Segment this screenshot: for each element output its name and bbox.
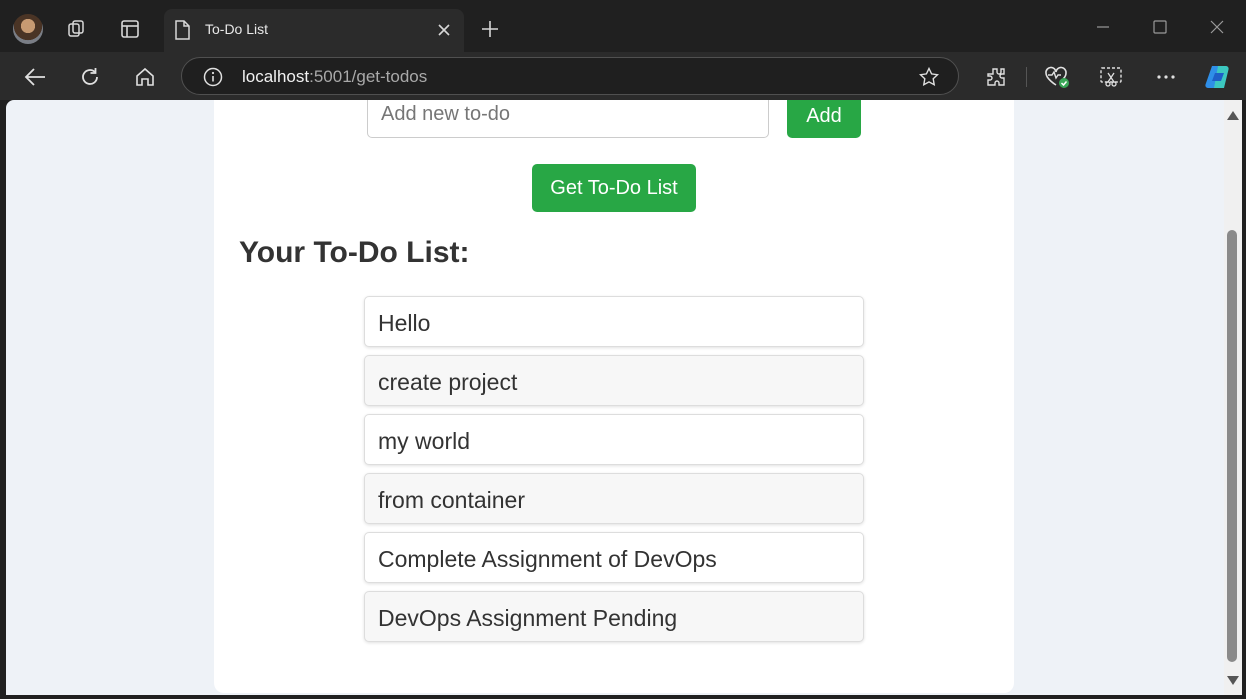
back-icon[interactable] [22,64,48,90]
toolbar-divider [1026,67,1027,87]
todo-list: Hello create project my world from conta… [364,296,864,650]
browser-essentials-icon[interactable] [1043,64,1071,90]
todo-item: Hello [364,296,864,347]
get-todo-list-button[interactable]: Get To-Do List [532,164,696,212]
address-bar[interactable]: localhost:5001/get-todos [181,57,959,95]
todo-item: my world [364,414,864,465]
browser-tab[interactable]: To-Do List [164,9,464,52]
todo-item: Complete Assignment of DevOps [364,532,864,583]
home-icon[interactable] [132,64,158,90]
add-button[interactable]: Add [787,100,861,138]
favorite-icon[interactable] [918,66,940,88]
todo-item: create project [364,355,864,406]
todo-item: DevOps Assignment Pending [364,591,864,642]
extensions-icon[interactable] [983,64,1009,90]
tab-actions-icon[interactable] [118,17,142,41]
url-path: :5001/get-todos [309,67,428,86]
workspaces-icon[interactable] [65,17,89,41]
new-tab-icon[interactable] [479,18,501,40]
scroll-up-arrow[interactable] [1227,111,1239,120]
vertical-scrollbar[interactable] [1224,100,1242,695]
scroll-down-arrow[interactable] [1227,676,1239,685]
todo-item: from container [364,473,864,524]
screenshot-icon[interactable] [1098,64,1124,90]
minimize-icon[interactable] [1092,16,1114,38]
url-text[interactable]: localhost:5001/get-todos [242,67,427,87]
copilot-icon[interactable] [1203,62,1233,92]
url-host: localhost [242,67,310,86]
refresh-icon[interactable] [77,64,103,90]
new-todo-input[interactable] [367,100,769,138]
browser-toolbar: localhost:5001/get-todos [0,52,1246,100]
more-icon[interactable] [1153,64,1179,90]
page-viewport: Add Get To-Do List Your To-Do List: Hell… [6,100,1224,695]
window-close-icon[interactable] [1206,16,1228,38]
profile-avatar[interactable] [13,14,43,44]
maximize-icon[interactable] [1149,16,1171,38]
scrollbar-thumb[interactable] [1227,230,1237,662]
site-info-icon[interactable] [202,66,224,88]
close-icon[interactable] [434,20,454,40]
page-icon [172,19,192,41]
title-bar: To-Do List [0,0,1246,52]
tab-title: To-Do List [205,21,269,37]
todo-list-heading: Your To-Do List: [239,236,470,269]
